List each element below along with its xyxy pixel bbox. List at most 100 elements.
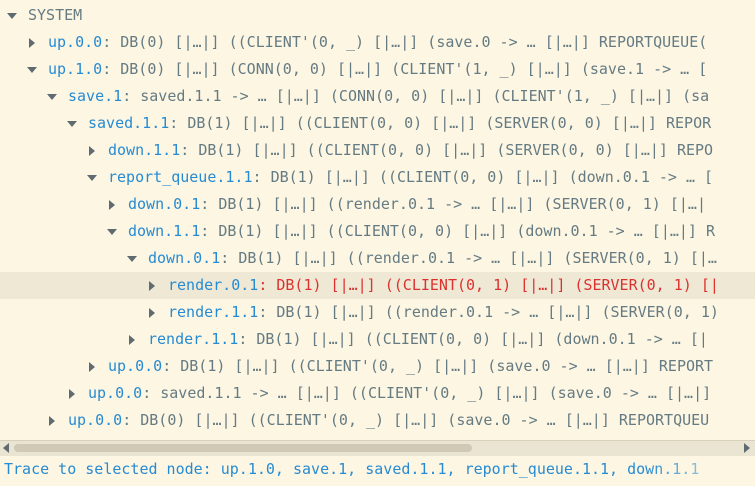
tree-node-label[interactable]: report_queue.1.1: DB(1) [|…|] ((CLIENT(0… bbox=[108, 164, 713, 191]
tree-row-selected[interactable]: render.0.1: DB(1) [|…|] ((CLIENT(0, 1) [… bbox=[0, 272, 755, 299]
tree-node-label[interactable]: up.0.0: DB(0) [|…|] ((CLIENT'(0, _) [|…|… bbox=[68, 407, 709, 434]
tree-node-label[interactable]: up.0.0: DB(0) [|…|] ((CLIENT'(0, _) [|…|… bbox=[48, 29, 707, 56]
tree-node-label[interactable]: render.0.1: DB(1) [|…|] ((CLIENT(0, 1) [… bbox=[168, 272, 719, 299]
node-state-text: DB(0) [|…|] ((CLIENT'(0, _) [|…|] (save.… bbox=[120, 33, 708, 51]
collapse-right-icon[interactable] bbox=[105, 191, 119, 218]
tree-row[interactable]: down.0.1: DB(1) [|…|] ((render.0.1 -> … … bbox=[0, 245, 755, 272]
horizontal-scrollbar[interactable] bbox=[0, 440, 755, 456]
tree-row[interactable]: up.0.0: saved.1.1 -> … [|…|] ((CLIENT'(0… bbox=[0, 380, 755, 407]
node-name[interactable]: up.0.0 bbox=[48, 33, 102, 51]
node-state-text: DB(1) [|…|] ((CLIENT(0, 0) [|…|] (SERVER… bbox=[187, 114, 712, 132]
collapse-right-icon[interactable] bbox=[145, 272, 159, 299]
node-name[interactable]: report_queue.1.1 bbox=[108, 168, 253, 186]
node-name[interactable]: down.1.1 bbox=[108, 141, 180, 159]
node-separator: : bbox=[238, 330, 257, 348]
node-separator: : bbox=[180, 141, 199, 159]
node-state-text: DB(1) [|…|] ((render.0.1 -> … [|…|] (SER… bbox=[218, 195, 706, 213]
tree-row[interactable]: saved.1.1: DB(1) [|…|] ((CLIENT(0, 0) [|… bbox=[0, 110, 755, 137]
tree-node-label[interactable]: saved.1.1: DB(1) [|…|] ((CLIENT(0, 0) [|… bbox=[88, 110, 711, 137]
node-state-text: saved.1.1 -> … [|…|] (CONN(0, 0) [|…|] (… bbox=[140, 87, 710, 105]
tree-node-label[interactable]: save.1: saved.1.1 -> … [|…|] (CONN(0, 0)… bbox=[68, 83, 709, 110]
node-separator: : bbox=[162, 357, 181, 375]
tree-row[interactable]: SYSTEM bbox=[0, 2, 755, 29]
tree-node-label[interactable]: down.1.1: DB(1) [|…|] ((CLIENT(0, 0) [|…… bbox=[108, 137, 713, 164]
node-separator: : bbox=[220, 249, 239, 267]
node-separator: : bbox=[122, 411, 141, 429]
node-name[interactable]: up.1.0 bbox=[48, 60, 102, 78]
expand-down-icon[interactable] bbox=[25, 56, 39, 83]
node-name[interactable]: down.0.1 bbox=[148, 249, 220, 267]
scroll-right-arrow-icon[interactable] bbox=[744, 443, 750, 453]
node-state-text: DB(1) [|…|] ((CLIENT(0, 0) [|…|] (SERVER… bbox=[198, 141, 714, 159]
node-name[interactable]: down.0.1 bbox=[128, 195, 200, 213]
expand-down-icon[interactable] bbox=[85, 164, 99, 191]
expand-down-icon[interactable] bbox=[5, 2, 19, 29]
tree-row[interactable]: down.1.1: DB(1) [|…|] ((CLIENT(0, 0) [|…… bbox=[0, 137, 755, 164]
tree-row[interactable]: report_queue.1.1: DB(1) [|…|] ((CLIENT(0… bbox=[0, 164, 755, 191]
collapse-right-icon[interactable] bbox=[125, 326, 139, 353]
node-separator: : bbox=[102, 60, 121, 78]
scrollbar-thumb[interactable] bbox=[14, 444, 472, 452]
tree-row[interactable]: render.1.1: DB(1) [|…|] ((render.0.1 -> … bbox=[0, 299, 755, 326]
node-separator: : bbox=[122, 87, 141, 105]
node-separator: : bbox=[200, 222, 219, 240]
node-state-text: DB(1) [|…|] ((CLIENT(0, 0) [|…|] (down.0… bbox=[270, 168, 714, 186]
status-bar: Trace to selected node: up.1.0, save.1, … bbox=[0, 456, 755, 486]
node-name[interactable]: down.1.1 bbox=[128, 222, 200, 240]
tree-row[interactable]: up.1.0: DB(0) [|…|] (CONN(0, 0) [|…|] (C… bbox=[0, 56, 755, 83]
expand-down-icon[interactable] bbox=[65, 110, 79, 137]
scroll-left-arrow-icon[interactable] bbox=[3, 443, 9, 453]
node-name[interactable]: render.0.1 bbox=[168, 276, 258, 294]
collapse-right-icon[interactable] bbox=[85, 353, 99, 380]
collapse-right-icon[interactable] bbox=[145, 299, 159, 326]
tree-row[interactable]: down.1.1: DB(1) [|…|] ((CLIENT(0, 0) [|…… bbox=[0, 218, 755, 245]
node-separator: : bbox=[142, 384, 161, 402]
collapse-right-icon[interactable] bbox=[25, 29, 39, 56]
status-fade bbox=[645, 456, 755, 486]
tree-row[interactable]: render.1.1: DB(1) [|…|] ((CLIENT(0, 0) [… bbox=[0, 326, 755, 353]
node-state-text: DB(0) [|…|] ((CLIENT'(0, _) [|…|] (save.… bbox=[140, 411, 710, 429]
collapse-right-icon[interactable] bbox=[85, 137, 99, 164]
expand-down-icon[interactable] bbox=[105, 218, 119, 245]
node-name[interactable]: SYSTEM bbox=[28, 6, 82, 24]
tree-node-label[interactable]: SYSTEM bbox=[28, 2, 82, 29]
tree-row[interactable]: up.0.0: DB(1) [|…|] ((CLIENT'(0, _) [|…|… bbox=[0, 353, 755, 380]
tree-node-label[interactable]: render.1.1: DB(1) [|…|] ((render.0.1 -> … bbox=[168, 299, 719, 326]
node-name[interactable]: up.0.0 bbox=[108, 357, 162, 375]
tree-node-label[interactable]: down.1.1: DB(1) [|…|] ((CLIENT(0, 0) [|…… bbox=[128, 218, 715, 245]
tree-node-label[interactable]: down.0.1: DB(1) [|…|] ((render.0.1 -> … … bbox=[128, 191, 706, 218]
node-name[interactable]: saved.1.1 bbox=[88, 114, 169, 132]
node-name[interactable]: up.0.0 bbox=[88, 384, 142, 402]
node-name[interactable]: save.1 bbox=[68, 87, 122, 105]
tree-node-label[interactable]: up.0.0: saved.1.1 -> … [|…|] ((CLIENT'(0… bbox=[88, 380, 711, 407]
node-state-text: DB(1) [|…|] ((CLIENT(0, 1) [|…|] (SERVER… bbox=[276, 276, 719, 294]
tree-node-label[interactable]: down.0.1: DB(1) [|…|] ((render.0.1 -> … … bbox=[148, 245, 717, 272]
node-state-text: saved.1.1 -> … [|…|] ((CLIENT'(0, _) [|…… bbox=[160, 384, 712, 402]
node-state-text: DB(1) [|…|] ((CLIENT(0, 0) [|…|] (down.0… bbox=[218, 222, 716, 240]
node-separator: : bbox=[258, 276, 277, 294]
node-separator: : bbox=[200, 195, 219, 213]
collapse-right-icon[interactable] bbox=[45, 407, 59, 434]
tree-node-label[interactable]: up.0.0: DB(1) [|…|] ((CLIENT'(0, _) [|…|… bbox=[108, 353, 713, 380]
tree-row[interactable]: down.0.1: DB(1) [|…|] ((render.0.1 -> … … bbox=[0, 191, 755, 218]
node-name[interactable]: up.0.0 bbox=[68, 411, 122, 429]
tree-row[interactable]: save.1: saved.1.1 -> … [|…|] (CONN(0, 0)… bbox=[0, 83, 755, 110]
expand-down-icon[interactable] bbox=[125, 245, 139, 272]
node-separator: : bbox=[258, 303, 277, 321]
node-name[interactable]: render.1.1 bbox=[168, 303, 258, 321]
node-separator: : bbox=[252, 168, 271, 186]
expand-down-icon[interactable] bbox=[45, 83, 59, 110]
collapse-right-icon[interactable] bbox=[65, 380, 79, 407]
tree-node-label[interactable]: render.1.1: DB(1) [|…|] ((CLIENT(0, 0) [… bbox=[148, 326, 708, 353]
node-state-text: DB(1) [|…|] ((CLIENT(0, 0) [|…|] (down.0… bbox=[256, 330, 708, 348]
trace-status-text: Trace to selected node: up.1.0, save.1, … bbox=[4, 460, 700, 478]
node-state-text: DB(0) [|…|] (CONN(0, 0) [|…|] (CLIENT'(1… bbox=[120, 60, 708, 78]
node-state-text: DB(1) [|…|] ((CLIENT'(0, _) [|…|] (save.… bbox=[180, 357, 714, 375]
tree-row[interactable]: up.0.0: DB(0) [|…|] ((CLIENT'(0, _) [|…|… bbox=[0, 407, 755, 434]
node-name[interactable]: render.1.1 bbox=[148, 330, 238, 348]
node-separator: : bbox=[169, 114, 188, 132]
node-separator: : bbox=[102, 33, 121, 51]
trace-tree[interactable]: SYSTEM up.0.0: DB(0) [|…|] ((CLIENT'(0, _… bbox=[0, 0, 755, 441]
tree-node-label[interactable]: up.1.0: DB(0) [|…|] (CONN(0, 0) [|…|] (C… bbox=[48, 56, 707, 83]
tree-row[interactable]: up.0.0: DB(0) [|…|] ((CLIENT'(0, _) [|…|… bbox=[0, 29, 755, 56]
